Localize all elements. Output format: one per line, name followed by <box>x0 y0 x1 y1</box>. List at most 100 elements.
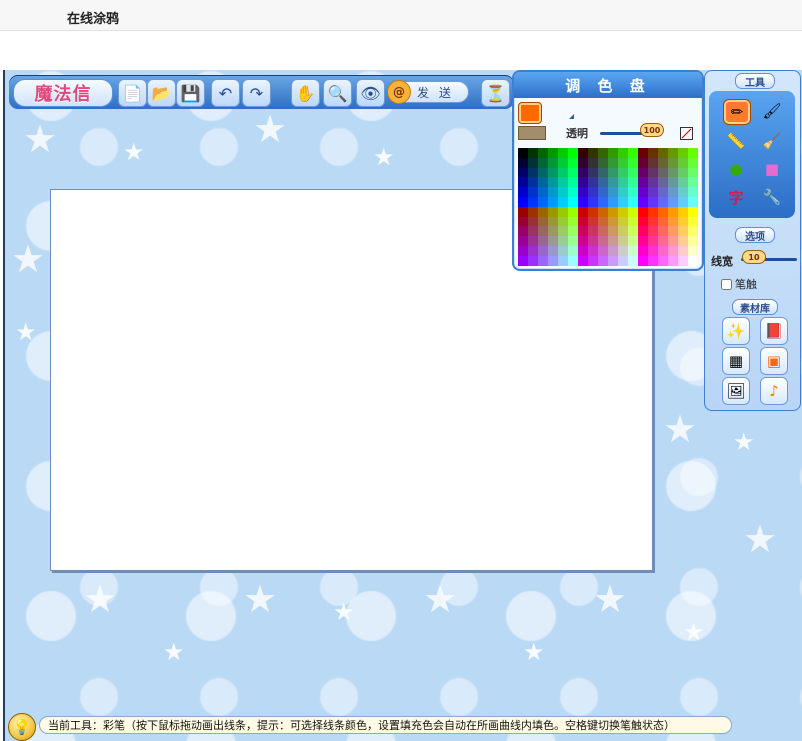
pencil-tool-button[interactable]: 📏 <box>723 129 749 153</box>
color-cell[interactable] <box>598 216 608 227</box>
color-cell[interactable] <box>668 226 678 237</box>
color-cell[interactable] <box>628 236 638 246</box>
color-cell[interactable] <box>608 196 618 207</box>
ellipse-tool-button[interactable]: ● <box>723 157 749 181</box>
color-cell[interactable] <box>678 196 688 207</box>
color-cell[interactable] <box>658 255 668 266</box>
brush-tool-button[interactable]: ✏ <box>723 99 751 125</box>
color-cell[interactable] <box>608 148 618 158</box>
color-cell[interactable] <box>628 226 638 237</box>
color-cell[interactable] <box>658 236 668 246</box>
transparency-knob[interactable]: 100 <box>640 123 664 137</box>
color-cell[interactable] <box>568 167 578 178</box>
background-button[interactable]: 🖼 <box>722 377 750 405</box>
color-cell[interactable] <box>638 216 648 227</box>
color-cell[interactable] <box>598 148 608 158</box>
color-cell[interactable] <box>648 196 658 207</box>
color-cell[interactable] <box>628 245 638 256</box>
color-cell[interactable] <box>518 157 528 168</box>
color-cell[interactable] <box>578 245 588 256</box>
color-cell[interactable] <box>598 245 608 256</box>
color-cell[interactable] <box>648 226 658 237</box>
color-cell[interactable] <box>558 236 568 246</box>
color-cell[interactable] <box>668 255 678 266</box>
color-cell[interactable] <box>538 255 548 266</box>
frame-button[interactable]: ▣ <box>760 347 788 375</box>
music-button[interactable]: ♪ <box>760 377 788 405</box>
color-cell[interactable] <box>638 177 648 188</box>
airbrush-tool-button[interactable]: 🖌 <box>759 99 785 123</box>
color-cell[interactable] <box>568 148 578 158</box>
color-cell[interactable] <box>538 157 548 168</box>
color-cell[interactable] <box>648 216 658 227</box>
color-cell[interactable] <box>518 226 528 237</box>
redo-button[interactable]: ↷ <box>242 79 271 107</box>
color-cell[interactable] <box>518 196 528 207</box>
dropdown-triangle-icon[interactable] <box>564 114 574 119</box>
color-cell[interactable] <box>668 196 678 207</box>
color-cell[interactable] <box>668 167 678 178</box>
color-cell[interactable] <box>598 167 608 178</box>
color-cell[interactable] <box>558 245 568 256</box>
color-cell[interactable] <box>538 177 548 188</box>
color-cell[interactable] <box>538 226 548 237</box>
color-cell[interactable] <box>618 187 628 197</box>
color-cell[interactable] <box>658 177 668 188</box>
color-cell[interactable] <box>578 148 588 158</box>
color-cell[interactable] <box>538 216 548 227</box>
color-cell[interactable] <box>608 167 618 178</box>
color-cell[interactable] <box>608 157 618 168</box>
color-cell[interactable] <box>518 177 528 188</box>
color-cell[interactable] <box>528 245 538 256</box>
color-cell[interactable] <box>548 206 558 217</box>
color-cell[interactable] <box>568 236 578 246</box>
color-cell[interactable] <box>578 216 588 227</box>
color-cell[interactable] <box>678 245 688 256</box>
color-cell[interactable] <box>558 255 568 266</box>
color-cell[interactable] <box>518 206 528 217</box>
color-cell[interactable] <box>678 177 688 188</box>
color-cell[interactable] <box>668 148 678 158</box>
color-cell[interactable] <box>608 255 618 266</box>
magic-wand-button[interactable]: ✨ <box>722 317 750 345</box>
color-cell[interactable] <box>598 236 608 246</box>
color-cell[interactable] <box>688 148 698 158</box>
color-cell[interactable] <box>608 206 618 217</box>
color-cell[interactable] <box>668 206 678 217</box>
color-cell[interactable] <box>568 226 578 237</box>
color-cell[interactable] <box>548 157 558 168</box>
color-cell[interactable] <box>578 177 588 188</box>
color-cell[interactable] <box>558 187 568 197</box>
open-folder-button[interactable]: 📂 <box>147 79 176 107</box>
preview-button[interactable]: 👁 <box>356 79 385 107</box>
color-cell[interactable] <box>628 196 638 207</box>
color-cell[interactable] <box>548 177 558 188</box>
color-cell[interactable] <box>548 255 558 266</box>
color-cell[interactable] <box>588 216 598 227</box>
color-cell[interactable] <box>538 245 548 256</box>
color-cell[interactable] <box>668 236 678 246</box>
color-cell[interactable] <box>678 206 688 217</box>
color-cell[interactable] <box>638 226 648 237</box>
color-cell[interactable] <box>538 196 548 207</box>
color-cell[interactable] <box>648 148 658 158</box>
color-cell[interactable] <box>638 157 648 168</box>
color-cell[interactable] <box>688 255 698 266</box>
color-cell[interactable] <box>688 167 698 178</box>
color-cell[interactable] <box>658 148 668 158</box>
line-width-knob[interactable]: 10 <box>742 250 766 264</box>
color-cell[interactable] <box>648 206 658 217</box>
color-cell[interactable] <box>628 167 638 178</box>
color-cell[interactable] <box>558 177 568 188</box>
undo-button[interactable]: ↶ <box>211 79 240 107</box>
pattern-button[interactable]: ▦ <box>722 347 750 375</box>
color-cell[interactable] <box>688 157 698 168</box>
color-cell[interactable] <box>608 187 618 197</box>
color-cell[interactable] <box>548 167 558 178</box>
color-cell[interactable] <box>638 255 648 266</box>
color-cell[interactable] <box>658 187 668 197</box>
color-cell[interactable] <box>688 245 698 256</box>
color-cell[interactable] <box>688 226 698 237</box>
color-cell[interactable] <box>568 216 578 227</box>
color-cell[interactable] <box>568 157 578 168</box>
